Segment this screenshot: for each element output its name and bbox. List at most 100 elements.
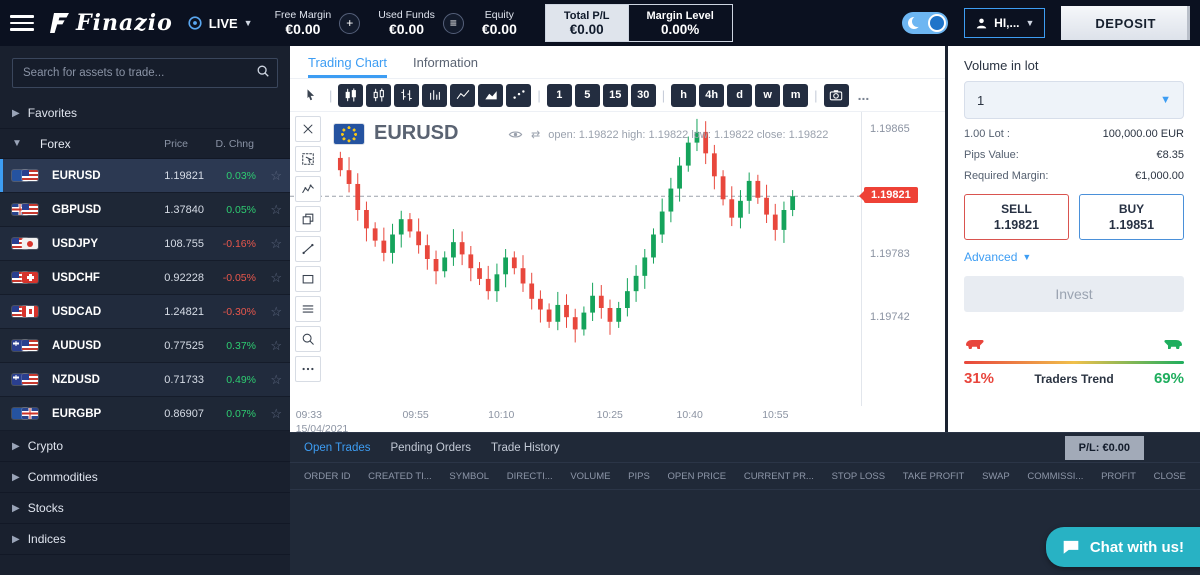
pair-flags-icon [12,374,52,385]
chart-tab[interactable]: Information [413,46,478,78]
asset-row-eurgbp[interactable]: EURGBP 0.86907 0.07% ☆ [0,397,290,431]
buy-button[interactable]: BUY 1.19851 [1079,194,1184,240]
buy-percentage: 69% [1154,370,1184,387]
asset-row-gbpusd[interactable]: GBPUSD 1.37840 0.05% ☆ [0,193,290,227]
chevron-down-icon: ▼ [1026,18,1035,28]
area-chart-type-icon[interactable] [478,84,503,107]
toolbar-more-button[interactable]: ... [852,87,876,103]
pattern-tool-icon[interactable] [295,176,321,202]
pair-flags-icon [12,170,52,181]
chart-plot[interactable]: EURUSD ⇄ open: 1.19822 high: 1.19822 low… [290,112,861,406]
sidebar-section[interactable]: ▶ Crypto [0,431,290,462]
asset-row-audusd[interactable]: AUDUSD 0.77525 0.37% ☆ [0,329,290,363]
search-icon[interactable] [256,64,270,81]
timeframe-button[interactable]: 30 [631,84,656,107]
chevron-down-icon: ▼ [1022,252,1031,262]
favorite-star-icon[interactable]: ☆ [256,338,282,354]
deposit-button[interactable]: DEPOSIT [1061,6,1190,40]
select-tool-icon[interactable] [295,146,321,172]
asset-row-usdjpy[interactable]: USDJPY 108.755 -0.16% ☆ [0,227,290,261]
rectangle-tool-icon[interactable] [295,266,321,292]
timeframe-button[interactable]: d [727,84,752,107]
hlines-tool-icon[interactable] [295,296,321,322]
sidebar-section[interactable]: ▶ Stocks [0,493,290,524]
drawing-toolbar [295,116,321,382]
price-axis-tick: 1.19783 [870,248,910,260]
asset-sidebar: ▶ Favorites ▼ Forex Price D. Chng EURUSD… [0,46,290,575]
timeframe-button[interactable]: 4h [699,84,724,107]
line-chart-type-icon[interactable] [450,84,475,107]
stat-action-button[interactable]: ≡ [443,13,464,34]
advanced-toggle[interactable]: Advanced ▼ [964,250,1031,264]
trendline-tool-icon[interactable] [295,236,321,262]
timeframe-button[interactable]: 5 [575,84,600,107]
chat-widget[interactable]: Chat with us! [1046,527,1200,567]
user-menu-button[interactable]: HI,... ▼ [964,8,1045,38]
ohlc-text: open: 1.19822 high: 1.19822 low: 1.19822… [548,129,828,141]
zoom-tool-icon[interactable] [295,326,321,352]
chart-tab[interactable]: Trading Chart [308,46,387,78]
pair-flags-icon [12,238,52,249]
eye-icon[interactable] [508,127,523,142]
ohlc-overlay: ⇄ open: 1.19822 high: 1.19822 low: 1.198… [508,127,828,142]
camera-icon[interactable] [824,84,849,107]
sidebar-section-forex[interactable]: ▼ Forex Price D. Chng [0,129,290,159]
chart-symbol-overlay: EURUSD [334,122,458,145]
stat-action-button[interactable]: + [339,13,360,34]
candles-chart-type-icon[interactable] [338,84,363,107]
more-tool-icon[interactable] [295,356,321,382]
lot-info-row: Required Margin: €1,000.00 [964,170,1184,182]
eu-flag-icon [334,124,364,144]
positions-tab[interactable]: Pending Orders [390,442,471,454]
heikin-chart-type-icon[interactable] [422,84,447,107]
toggle-knob [928,14,946,32]
time-axis-tick: 09:55 [402,409,428,423]
positions-tab[interactable]: Open Trades [304,442,370,454]
timeframe-button[interactable]: 15 [603,84,628,107]
theme-toggle[interactable] [902,12,948,34]
lot-info-row: 1.00 Lot : 100,000.00 EUR [964,128,1184,140]
favorite-star-icon[interactable]: ☆ [256,372,282,388]
separator: | [814,88,817,103]
price-axis: 1.198651.197831.197421.19821 [861,112,945,406]
favorite-star-icon[interactable]: ☆ [256,406,282,422]
sidebar-section[interactable]: ▶ Commodities [0,462,290,493]
account-mode-dropdown[interactable]: LIVE ▼ [187,15,253,31]
time-axis: 09:3315/04/202109:5510:1010:2510:4010:55 [290,406,861,432]
expand-arrows-icon[interactable]: ⇄ [531,128,540,141]
chevron-down-icon: ▼ [244,18,253,28]
live-ring-icon [187,15,203,31]
favorite-star-icon[interactable]: ☆ [256,304,282,320]
menu-icon[interactable] [10,15,34,31]
favorite-star-icon[interactable]: ☆ [256,168,282,184]
positions-tab[interactable]: Trade History [491,442,560,454]
sell-button[interactable]: SELL 1.19821 [964,194,1069,240]
timeframe-button[interactable]: 1 [547,84,572,107]
asset-row-usdchf[interactable]: USDCHF 0.92228 -0.05% ☆ [0,261,290,295]
bars-chart-type-icon[interactable] [394,84,419,107]
timeframe-button[interactable]: m [783,84,808,107]
account-stats: Free Margin €0.00 + Used Funds €0.00 ≡ E… [275,9,521,37]
trading-app: Finazio LIVE ▼ Free Margin €0.00 + Used … [0,0,1200,575]
sidebar-section[interactable]: ▶ Indices [0,524,290,555]
candles-hollow-chart-type-icon[interactable] [366,84,391,107]
asset-row-nzdusd[interactable]: NZDUSD 0.71733 0.49% ☆ [0,363,290,397]
timeframe-button[interactable]: h [671,84,696,107]
volume-select[interactable]: 1 ▼ [964,81,1184,119]
dots-chart-type-icon[interactable] [506,84,531,107]
grid-column-header: CLOSE [1154,471,1186,482]
favorite-star-icon[interactable]: ☆ [256,202,282,218]
layers-tool-icon[interactable] [295,206,321,232]
favorite-star-icon[interactable]: ☆ [256,236,282,252]
xmark-tool-icon[interactable] [295,116,321,142]
asset-row-eurusd[interactable]: EURUSD 1.19821 0.03% ☆ [0,159,290,193]
pointer-tool-icon[interactable] [298,84,323,107]
asset-row-usdcad[interactable]: USDCAD 1.24821 -0.30% ☆ [0,295,290,329]
favorite-star-icon[interactable]: ☆ [256,270,282,286]
search-input[interactable] [12,58,278,88]
chevron-right-icon: ▶ [12,441,20,452]
sidebar-section-favorites[interactable]: ▶ Favorites [0,98,290,129]
invest-button[interactable]: Invest [964,276,1184,312]
timeframe-button[interactable]: w [755,84,780,107]
grid-column-header: CURRENT PR... [744,471,814,482]
